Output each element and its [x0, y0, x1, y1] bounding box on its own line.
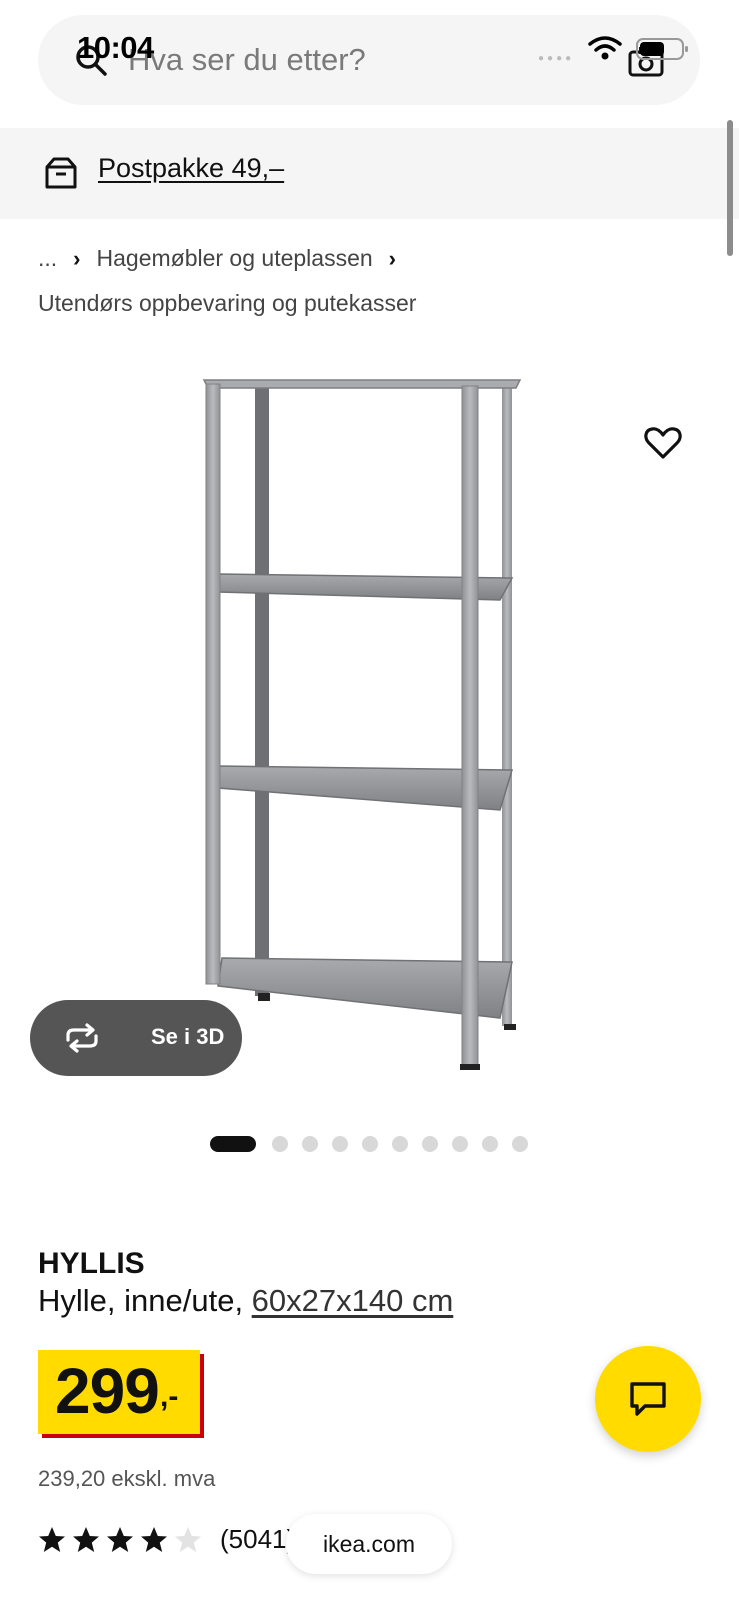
browser-url-pill[interactable]: ikea.com: [286, 1514, 452, 1574]
carousel-dot[interactable]: [512, 1136, 528, 1152]
price-tag: 299 ,-: [38, 1350, 204, 1438]
product-dimensions-link[interactable]: 60x27x140 cm: [252, 1283, 454, 1318]
product-name: HYLLIS: [38, 1247, 145, 1280]
view-3d-button[interactable]: Se i 3D: [30, 1000, 242, 1076]
wifi-icon: [588, 36, 622, 60]
carousel-dot[interactable]: [332, 1136, 348, 1152]
carousel-dot[interactable]: [210, 1136, 256, 1152]
chat-icon: [630, 1382, 666, 1416]
rotate-3d-icon: [66, 1023, 98, 1053]
scrollbar[interactable]: [727, 120, 733, 256]
star-filled-icon: [73, 1526, 99, 1552]
breadcrumb-item-ellipsis[interactable]: ...: [38, 245, 57, 272]
favourite-button[interactable]: [640, 420, 686, 466]
parcel-icon: [45, 157, 77, 189]
breadcrumb: ... › Hagemøbler og uteplassen ›: [38, 245, 412, 272]
carousel-dot[interactable]: [302, 1136, 318, 1152]
product-rating[interactable]: (5041): [38, 1524, 295, 1555]
chevron-right-icon: ›: [388, 245, 396, 271]
product-image[interactable]: [200, 378, 540, 1098]
carousel-dot[interactable]: [392, 1136, 408, 1152]
breadcrumb-item-current[interactable]: Utendørs oppbevaring og putekasser: [38, 290, 416, 317]
chat-button[interactable]: [595, 1346, 701, 1452]
price-integer: 299: [55, 1355, 160, 1427]
product-type: Hylle, inne/ute,: [38, 1283, 252, 1318]
carousel-indicator: [210, 1136, 542, 1152]
price-suffix: ,-: [160, 1380, 179, 1413]
price-ex-vat: 239,20 ekskl. mva: [38, 1466, 216, 1491]
carousel-dot[interactable]: [362, 1136, 378, 1152]
star-empty-icon: [175, 1526, 201, 1552]
battery-icon: [636, 38, 688, 60]
signal-dots-icon: ●●●●: [538, 53, 575, 64]
carousel-dot[interactable]: [422, 1136, 438, 1152]
search-input[interactable]: [128, 37, 548, 83]
star-filled-icon: [107, 1526, 133, 1552]
chevron-right-icon: ›: [73, 245, 81, 271]
price-tag-face: 299 ,-: [38, 1350, 200, 1434]
star-filled-icon: [39, 1526, 65, 1552]
carousel-dot[interactable]: [452, 1136, 468, 1152]
carousel-dot[interactable]: [482, 1136, 498, 1152]
shipping-link[interactable]: Postpakke 49,–: [98, 153, 284, 184]
carousel-dot[interactable]: [272, 1136, 288, 1152]
view-3d-label: Se i 3D: [151, 1024, 225, 1049]
breadcrumb-item-garden[interactable]: Hagemøbler og uteplassen: [97, 245, 373, 272]
shipping-banner: Postpakke 49,–: [0, 128, 739, 219]
product-description: Hylle, inne/ute, 60x27x140 cm: [38, 1283, 453, 1319]
review-count: (5041): [220, 1524, 296, 1554]
star-filled-icon: [141, 1526, 167, 1552]
heart-icon: [644, 427, 682, 459]
status-time: 10:04: [77, 30, 154, 65]
